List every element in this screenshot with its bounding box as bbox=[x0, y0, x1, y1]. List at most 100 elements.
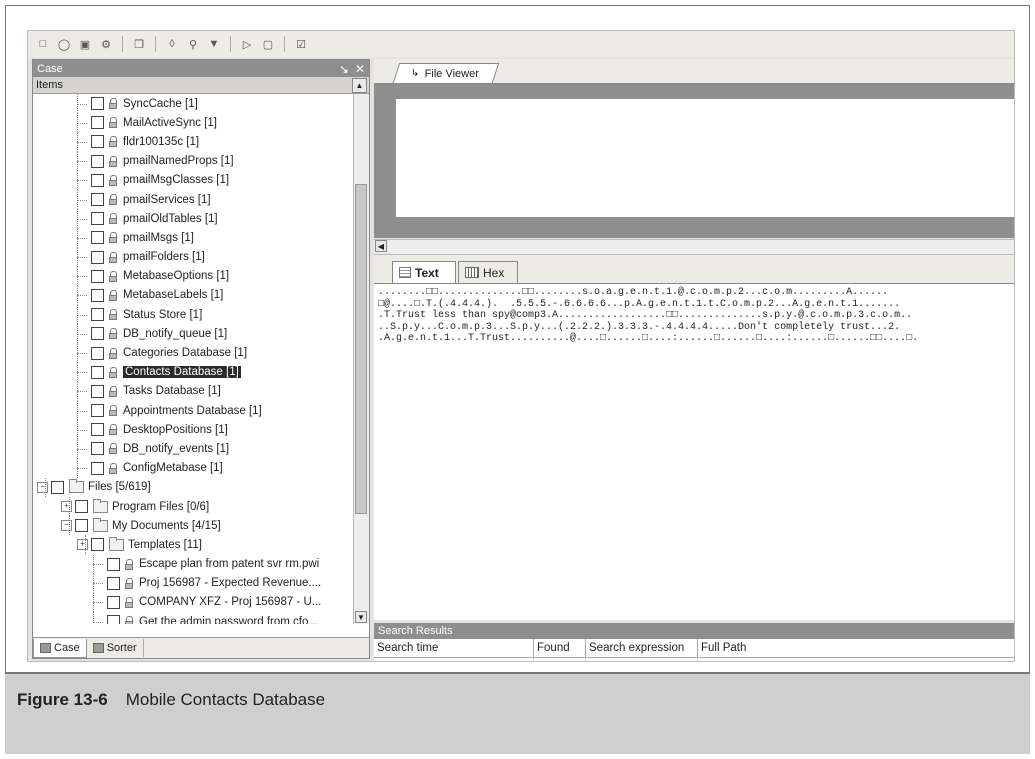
tree-item[interactable]: Get the admin password from cfo... bbox=[33, 612, 353, 624]
toolbar-separator bbox=[155, 36, 156, 52]
tree-item-checkbox[interactable] bbox=[107, 576, 120, 590]
report-icon[interactable]: ☑ bbox=[292, 35, 310, 53]
tree-item-label: Contacts Database [1] bbox=[123, 366, 241, 379]
tree-item-checkbox[interactable] bbox=[107, 557, 120, 571]
tree-item-checkbox[interactable] bbox=[91, 173, 104, 187]
collapse-icon[interactable]: − bbox=[37, 481, 48, 493]
tree-item[interactable]: pmailOldTables [1] bbox=[33, 209, 353, 229]
file-viewer-hscrollbar[interactable]: ◀ bbox=[374, 239, 1014, 255]
tree-item[interactable]: − Files [5/619] bbox=[33, 477, 353, 497]
tree-scrollbar[interactable]: ▼ bbox=[353, 94, 369, 624]
column-search-expression[interactable]: Search expression bbox=[586, 639, 698, 657]
text-view[interactable]: ........□□..............□□........s.o.a.… bbox=[374, 283, 1014, 620]
lock-icon bbox=[109, 98, 118, 110]
tree-item-checkbox[interactable] bbox=[91, 442, 104, 456]
expand-icon[interactable]: + bbox=[61, 501, 72, 513]
new-case-icon[interactable]: □ bbox=[34, 35, 52, 53]
open-icon[interactable]: ◯ bbox=[55, 35, 73, 53]
tree-item-checkbox[interactable] bbox=[91, 193, 104, 207]
tree-item-checkbox[interactable] bbox=[91, 231, 104, 245]
tree-item-checkbox[interactable] bbox=[91, 346, 104, 360]
go-icon[interactable]: ▷ bbox=[238, 35, 256, 53]
tab-case[interactable]: Case bbox=[33, 638, 87, 658]
tree-item-checkbox[interactable] bbox=[91, 308, 104, 322]
column-found[interactable]: Found bbox=[534, 639, 586, 657]
tree-item-checkbox[interactable] bbox=[91, 116, 104, 130]
tree-item-checkbox[interactable] bbox=[91, 97, 104, 111]
scroll-down-button[interactable]: ▼ bbox=[355, 611, 367, 623]
settings-icon[interactable]: ⚙ bbox=[97, 35, 115, 53]
toolbar: □ ◯ ▣ ⚙ ❐ ◊ ⚲ ▼ ▷ ▢ ☑ bbox=[28, 31, 1014, 57]
column-divider bbox=[585, 658, 586, 661]
tree-item[interactable]: DB_notify_events [1] bbox=[33, 439, 353, 459]
tree-item[interactable]: DB_notify_queue [1] bbox=[33, 324, 353, 344]
tree-item-checkbox[interactable] bbox=[107, 595, 120, 609]
tab-file-viewer[interactable]: ↳ File Viewer bbox=[392, 63, 500, 83]
tree-item[interactable]: ConfigMetabase [1] bbox=[33, 458, 353, 478]
tree-item[interactable]: Contacts Database [1] bbox=[33, 362, 353, 382]
tab-sorter[interactable]: Sorter bbox=[87, 639, 144, 657]
save-icon[interactable]: ▣ bbox=[76, 35, 94, 53]
tree-item[interactable]: MetabaseOptions [1] bbox=[33, 266, 353, 286]
tree-item[interactable]: Status Store [1] bbox=[33, 305, 353, 325]
tree-item[interactable]: fldr100135c [1] bbox=[33, 132, 353, 152]
lock-icon bbox=[109, 366, 118, 378]
tree-item[interactable]: − My Documents [4/15] bbox=[33, 516, 353, 536]
collapse-icon[interactable]: − bbox=[61, 520, 72, 532]
tree-item[interactable]: Escape plan from patent svr rm.pwi bbox=[33, 554, 353, 574]
tree-item[interactable]: MailActiveSync [1] bbox=[33, 113, 353, 133]
expand-icon[interactable]: + bbox=[77, 539, 88, 551]
tab-hex[interactable]: Hex bbox=[458, 261, 518, 283]
tree-item-checkbox[interactable] bbox=[91, 404, 104, 418]
tree-item[interactable]: SyncCache [1] bbox=[33, 94, 353, 114]
tree-item[interactable]: pmailMsgClasses [1] bbox=[33, 170, 353, 190]
tree-item-checkbox[interactable] bbox=[91, 212, 104, 226]
binoculars-icon[interactable]: ◊ bbox=[163, 35, 181, 53]
tree-guide-line bbox=[77, 333, 87, 335]
column-search-time[interactable]: Search time bbox=[374, 639, 534, 657]
tree-item[interactable]: pmailMsgs [1] bbox=[33, 228, 353, 248]
tree-item-checkbox[interactable] bbox=[91, 461, 104, 475]
tree-item-checkbox[interactable] bbox=[75, 519, 88, 533]
tree-item-label: My Documents [4/15] bbox=[112, 519, 221, 532]
tree-item[interactable]: pmailFolders [1] bbox=[33, 247, 353, 267]
tree-item-checkbox[interactable] bbox=[91, 154, 104, 168]
column-full-path[interactable]: Full Path bbox=[698, 639, 1014, 657]
tab-text[interactable]: Text bbox=[392, 261, 456, 283]
pin-icon[interactable]: ↘ bbox=[339, 62, 349, 76]
tree-item-checkbox[interactable] bbox=[75, 500, 88, 514]
tree-item-checkbox[interactable] bbox=[107, 615, 120, 624]
tree-item[interactable]: + Program Files [0/6] bbox=[33, 496, 353, 517]
close-icon[interactable]: ✕ bbox=[355, 62, 365, 76]
tree-item[interactable]: MetabaseLabels [1] bbox=[33, 285, 353, 306]
filter-icon[interactable]: ▼ bbox=[205, 35, 223, 53]
tree-item[interactable]: Appointments Database [1] bbox=[33, 401, 353, 421]
copy-icon[interactable]: ❐ bbox=[130, 35, 148, 53]
tree-item-checkbox[interactable] bbox=[91, 538, 104, 552]
tree-guide-line bbox=[77, 218, 87, 220]
scroll-up-button[interactable]: ▲ bbox=[352, 78, 367, 93]
tree-item-label: Status Store [1] bbox=[123, 308, 203, 321]
find-icon[interactable]: ⚲ bbox=[184, 35, 202, 53]
tree-item-checkbox[interactable] bbox=[91, 288, 104, 302]
tree-item-checkbox[interactable] bbox=[51, 480, 64, 494]
tree-item-checkbox[interactable] bbox=[91, 269, 104, 283]
tree-item[interactable]: COMPANY XFZ - Proj 156987 - U... bbox=[33, 592, 353, 613]
tree-item[interactable]: Tasks Database [1] bbox=[33, 381, 353, 401]
tree-item-checkbox[interactable] bbox=[91, 365, 104, 379]
tree-item-checkbox[interactable] bbox=[91, 423, 104, 437]
tree-item[interactable]: DesktopPositions [1] bbox=[33, 420, 353, 440]
tree-item-checkbox[interactable] bbox=[91, 135, 104, 149]
stop-icon[interactable]: ▢ bbox=[259, 35, 277, 53]
tree-item[interactable]: + Templates [11] bbox=[33, 535, 353, 555]
tree-item[interactable]: Proj 156987 - Expected Revenue.... bbox=[33, 573, 353, 593]
tree-item-checkbox[interactable] bbox=[91, 327, 104, 341]
tree-item-checkbox[interactable] bbox=[91, 384, 104, 398]
tree-item[interactable]: pmailServices [1] bbox=[33, 189, 353, 210]
tree-item-checkbox[interactable] bbox=[91, 250, 104, 264]
tree-item[interactable]: pmailNamedProps [1] bbox=[33, 151, 353, 171]
tree-item[interactable]: Categories Database [1] bbox=[33, 343, 353, 363]
tree-item-label: Templates [11] bbox=[128, 538, 202, 551]
scroll-left-button[interactable]: ◀ bbox=[375, 240, 387, 252]
scrollbar-thumb[interactable] bbox=[355, 184, 367, 514]
